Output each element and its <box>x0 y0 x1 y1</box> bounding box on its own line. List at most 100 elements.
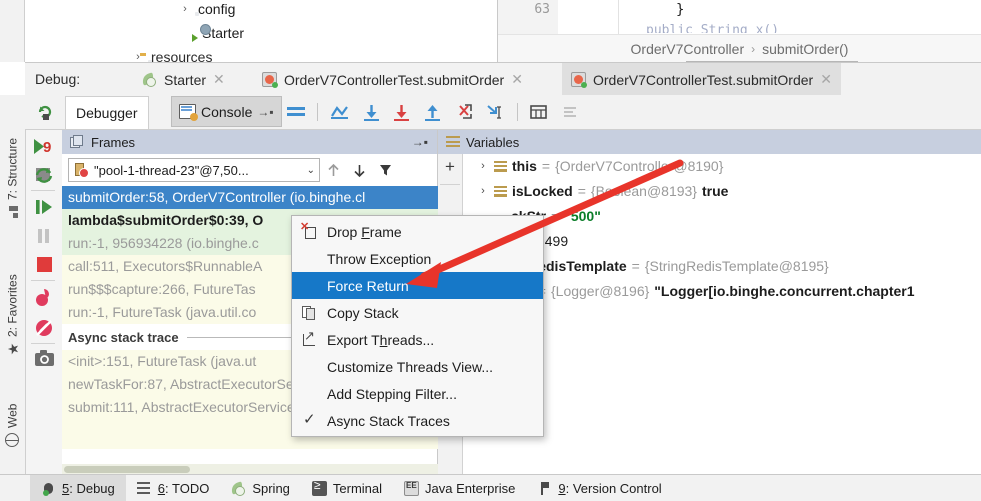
todo-list-icon <box>137 481 152 496</box>
tree-row-starter[interactable]: Starter <box>197 22 244 44</box>
frame-up-icon[interactable] <box>320 158 346 182</box>
no-icon <box>301 278 318 294</box>
fold-gutter <box>558 0 592 34</box>
rerun-debug-icon[interactable] <box>36 103 54 121</box>
menu-item-throw-exception[interactable]: Throw Exception <box>292 245 543 272</box>
status-item-debug[interactable]: 5: Debug <box>30 475 126 501</box>
tab-debugger[interactable]: Debugger <box>65 96 149 129</box>
breadcrumb-method[interactable]: submitOrder() <box>762 41 848 57</box>
screenshot-icon[interactable] <box>34 349 55 371</box>
sidebar-item-web[interactable]: Web <box>0 385 25 447</box>
status-item-terminal[interactable]: Terminal <box>301 475 393 501</box>
menu-item-label: Throw Exception <box>327 251 431 267</box>
variable-ref: {OrderV7Controller@8190} <box>555 154 723 179</box>
menu-item-customize-threads-view[interactable]: Customize Threads View... <box>292 353 543 380</box>
menu-item-force-return[interactable]: Force Return <box>292 272 543 299</box>
menu-item-copy-stack[interactable]: Copy Stack <box>292 299 543 326</box>
status-item-java-enterprise[interactable]: Java Enterprise <box>393 475 526 501</box>
async-separator-label: Async stack trace <box>68 330 179 345</box>
menu-item-export-threads[interactable]: Export Threads... <box>292 326 543 353</box>
editor-panel[interactable]: 63 } public String x() OrderV7Controller… <box>498 0 981 62</box>
run-to-cursor-icon[interactable] <box>484 102 505 122</box>
view-breakpoints-dot-icon[interactable] <box>33 286 55 311</box>
thread-name: "pool-1-thread-23"@7,50... <box>94 163 301 178</box>
add-watch-button[interactable]: + <box>442 160 458 176</box>
mute-breakpoints-icon[interactable] <box>34 318 54 341</box>
chevron-right-icon[interactable]: › <box>477 179 489 204</box>
frames-context-menu[interactable]: Drop Frame Throw Exception Force Return … <box>291 215 544 437</box>
menu-item-async-stack-traces[interactable]: Async Stack Traces <box>292 407 543 434</box>
sidebar-item-label: Web <box>6 404 20 428</box>
run-tab-test-1[interactable]: OrderV7ControllerTest.submitOrder ✕ <box>253 63 532 96</box>
pin-panel-icon[interactable]: →▪ <box>412 135 428 149</box>
test-run-icon <box>571 72 586 87</box>
sidebar-item-favorites[interactable]: ★ 2: Favorites <box>0 255 25 355</box>
breadcrumb-class[interactable]: OrderV7Controller <box>631 41 745 57</box>
pause-program-icon[interactable] <box>34 226 54 249</box>
step-out-icon[interactable] <box>422 102 443 122</box>
line-number: 63 <box>534 2 550 17</box>
status-item-version-control[interactable]: 9: Version Control <box>526 475 672 501</box>
run-tab-test-2-selected[interactable]: OrderV7ControllerTest.submitOrder ✕ <box>562 63 841 96</box>
frame-down-icon[interactable] <box>346 158 372 182</box>
variable-row-islocked[interactable]: › isLocked = {Boolean@8193} true <box>463 179 981 204</box>
left-gutter-strip <box>0 0 25 62</box>
sidebar-item-label: 2: Favorites <box>6 274 20 337</box>
close-icon[interactable]: ✕ <box>820 71 832 88</box>
evaluate-expression-icon[interactable] <box>528 102 549 122</box>
star-icon: ★ <box>6 342 19 355</box>
filter-icon[interactable] <box>372 158 398 182</box>
code-line-partial: public String x() <box>646 22 896 33</box>
variables-panel-title: Variables <box>466 135 519 150</box>
project-tree-panel[interactable]: › config Starter › resources <box>25 0 498 62</box>
run-tab-title: OrderV7ControllerTest.submitOrder <box>593 72 813 88</box>
menu-item-label: Add Stepping Filter... <box>327 386 457 402</box>
toolbar-divider <box>517 103 518 121</box>
step-into-icon[interactable] <box>391 102 412 122</box>
debug-bug-icon <box>41 481 56 496</box>
run-tab-title: OrderV7ControllerTest.submitOrder <box>284 72 504 88</box>
chevron-down-icon[interactable]: ⌄ <box>307 165 315 176</box>
menu-item-drop-frame[interactable]: Drop Frame <box>292 218 543 245</box>
menu-item-add-stepping-filter[interactable]: Add Stepping Filter... <box>292 380 543 407</box>
spring-leaf-icon <box>142 72 157 87</box>
top-area: › config Starter › resources 63 } public… <box>0 0 981 62</box>
frames-panel-header: Frames →▪ <box>62 130 437 154</box>
stop-icon[interactable] <box>35 255 54 277</box>
variable-row-this[interactable]: › this = {OrderV7Controller@8190} <box>463 154 981 179</box>
chevron-right-icon[interactable]: › <box>477 154 489 179</box>
variable-value: "Logger[io.binghe.concurrent.chapter1 <box>654 279 914 304</box>
mute-breakpoints-icon[interactable] <box>560 102 581 122</box>
view-breakpoints-icon[interactable]: 9 <box>32 136 56 161</box>
menu-item-label: Copy Stack <box>327 305 399 321</box>
drop-frame-icon <box>301 224 318 240</box>
tree-row-config[interactable]: › config <box>177 0 235 20</box>
svg-text:9: 9 <box>43 139 51 156</box>
chevron-right-icon[interactable]: › <box>177 3 193 15</box>
divider <box>440 184 460 185</box>
pin-tab-icon[interactable]: →▪ <box>257 105 273 119</box>
close-icon[interactable]: ✕ <box>213 71 225 88</box>
tab-console[interactable]: Console →▪ <box>171 96 282 127</box>
step-over-icon[interactable] <box>361 102 382 122</box>
tab-label: Debugger <box>76 105 138 121</box>
frame-row[interactable]: submitOrder:58, OrderV7Controller (io.bi… <box>62 186 474 209</box>
layout-settings-icon[interactable] <box>287 107 305 118</box>
status-item-spring[interactable]: Spring <box>220 475 301 501</box>
close-icon[interactable]: ✕ <box>511 71 523 88</box>
run-tab-starter[interactable]: Starter ✕ <box>133 63 234 96</box>
restore-layout-icon[interactable] <box>33 164 55 189</box>
thread-selector[interactable]: "pool-1-thread-23"@7,50... ⌄ <box>68 158 320 182</box>
breadcrumb[interactable]: OrderV7Controller › submitOrder() <box>498 34 981 63</box>
ide-window: › config Starter › resources 63 } public… <box>0 0 981 501</box>
show-execution-point-icon[interactable] <box>329 102 350 122</box>
checkmark-icon <box>301 413 318 429</box>
status-item-todo[interactable]: 6: TODO <box>126 475 221 501</box>
status-item-label: Java Enterprise <box>425 481 515 496</box>
variable-ref: {Logger@8196} <box>551 279 649 304</box>
sidebar-item-structure[interactable]: 7: Structure <box>0 123 25 218</box>
variables-icon <box>446 136 460 148</box>
resume-program-icon[interactable] <box>33 196 55 221</box>
force-step-into-icon[interactable] <box>453 102 474 122</box>
menu-item-label: Force Return <box>327 278 409 294</box>
